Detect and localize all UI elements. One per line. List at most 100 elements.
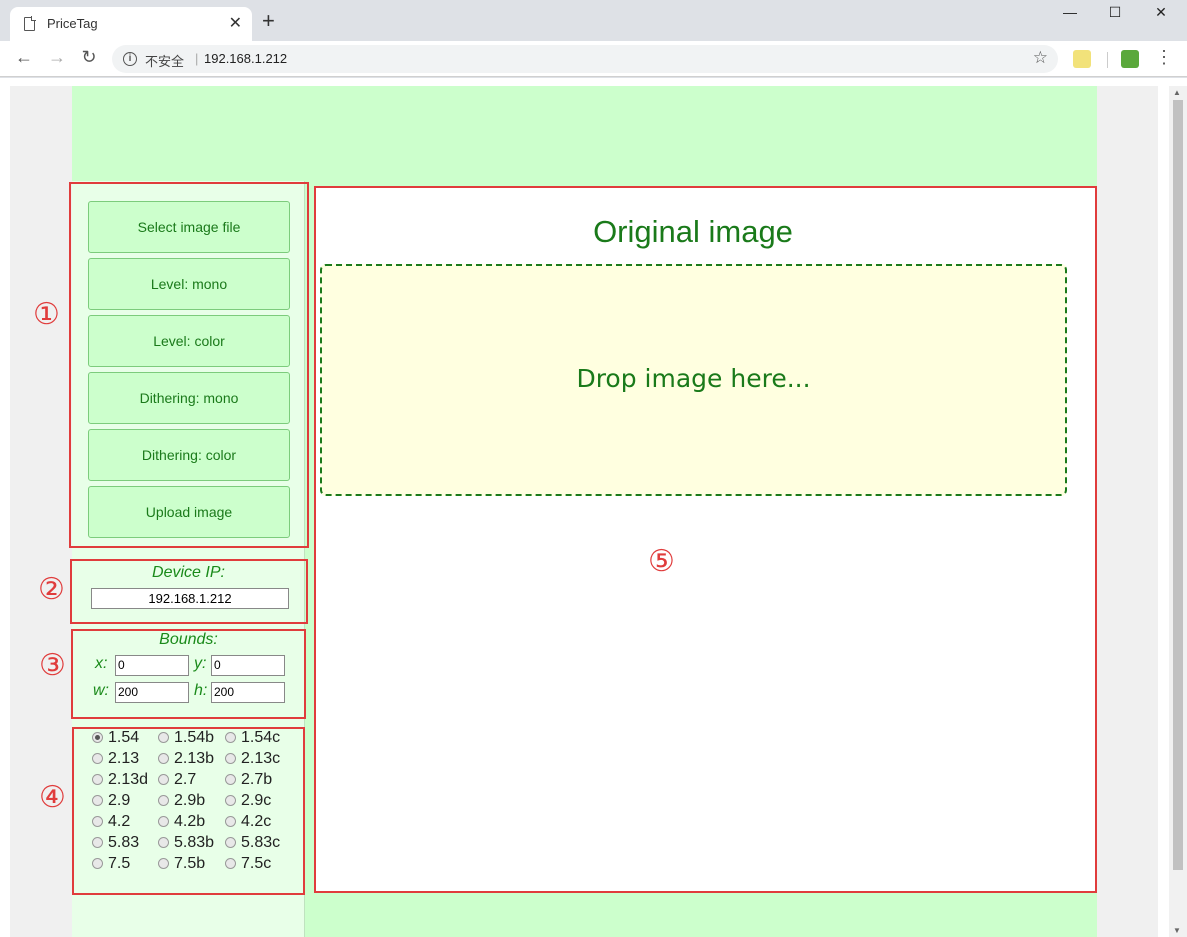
radio-label: 7.5b: [174, 855, 206, 872]
bound-w-input[interactable]: 200: [115, 682, 189, 703]
radio-button[interactable]: [158, 816, 169, 827]
url-separator: |: [195, 51, 199, 66]
bound-y-input[interactable]: 0: [211, 655, 285, 676]
radio-button[interactable]: [92, 795, 103, 806]
radio-label: 5.83c: [241, 834, 281, 851]
display-type-radio[interactable]: 4.2: [92, 813, 130, 831]
radio-button[interactable]: [92, 732, 103, 743]
radio-label: 2.13b: [174, 750, 215, 767]
info-icon[interactable]: i: [123, 52, 137, 66]
radio-button[interactable]: [225, 774, 236, 785]
extension-icon[interactable]: [1073, 50, 1091, 68]
maximize-icon[interactable]: ☐: [1100, 4, 1130, 21]
bookmark-star-icon[interactable]: ☆: [1033, 48, 1048, 68]
select-image-button[interactable]: Select image file: [88, 201, 290, 253]
radio-label: 2.9b: [174, 792, 206, 809]
radio-button[interactable]: [158, 753, 169, 764]
url-text[interactable]: 192.168.1.212: [204, 51, 287, 66]
browser-menu-icon[interactable]: ⋮: [1155, 47, 1173, 68]
annotation-marker-4: ④: [39, 780, 66, 815]
radio-button[interactable]: [158, 732, 169, 743]
radio-button[interactable]: [158, 774, 169, 785]
radio-button[interactable]: [92, 774, 103, 785]
radio-label: 2.7: [174, 771, 197, 788]
scroll-down-icon[interactable]: ▼: [1173, 926, 1181, 935]
display-type-radio[interactable]: 1.54: [92, 729, 139, 747]
scrollbar-thumb[interactable]: [1173, 100, 1183, 870]
dithering-mono-button[interactable]: Dithering: mono: [88, 372, 290, 424]
display-type-radio[interactable]: 5.83c: [225, 834, 280, 852]
display-type-radio[interactable]: 2.7: [158, 771, 196, 789]
original-image-title: Original image: [593, 214, 793, 249]
page-viewport: ① Select image file Level: mono Level: c…: [0, 78, 1187, 937]
radio-button[interactable]: [158, 858, 169, 869]
dithering-color-button[interactable]: Dithering: color: [88, 429, 290, 481]
radio-button[interactable]: [225, 732, 236, 743]
display-type-radio[interactable]: 2.7b: [225, 771, 272, 789]
annotation-marker-2: ②: [38, 572, 65, 607]
insecure-label: 不安全: [145, 54, 185, 69]
back-icon[interactable]: ←: [13, 47, 35, 68]
level-color-button[interactable]: Level: color: [88, 315, 290, 367]
radio-button[interactable]: [225, 753, 236, 764]
radio-label: 5.83: [108, 834, 140, 851]
bound-h-label: h:: [194, 682, 208, 699]
scroll-up-icon[interactable]: ▲: [1173, 88, 1181, 97]
bound-h-input[interactable]: 200: [211, 682, 285, 703]
radio-button[interactable]: [225, 816, 236, 827]
radio-button[interactable]: [225, 795, 236, 806]
display-type-radio[interactable]: 2.9c: [225, 792, 271, 810]
display-type-radio[interactable]: 2.9b: [158, 792, 205, 810]
radio-button[interactable]: [92, 858, 103, 869]
display-type-radio[interactable]: 1.54b: [158, 729, 214, 747]
radio-label: 5.83b: [174, 834, 215, 851]
display-type-radio[interactable]: 7.5: [92, 855, 130, 873]
bound-y-label: y:: [194, 655, 207, 672]
display-type-radio[interactable]: 4.2b: [158, 813, 205, 831]
radio-label: 4.2: [108, 813, 131, 830]
device-ip-input[interactable]: 192.168.1.212: [91, 588, 289, 609]
display-type-radio[interactable]: 5.83b: [158, 834, 214, 852]
radio-button[interactable]: [225, 837, 236, 848]
display-type-radio[interactable]: 2.13b: [158, 750, 214, 768]
display-type-radio[interactable]: 2.9: [92, 792, 130, 810]
display-type-radio[interactable]: 7.5b: [158, 855, 205, 873]
annotation-marker-1: ①: [33, 297, 60, 332]
extension-icon[interactable]: [1121, 50, 1139, 68]
level-mono-button[interactable]: Level: mono: [88, 258, 290, 310]
address-bar[interactable]: i 不安全 | 192.168.1.212 ☆: [112, 45, 1058, 73]
radio-button[interactable]: [92, 816, 103, 827]
radio-label: 2.13d: [108, 771, 149, 788]
radio-label: 7.5c: [241, 855, 272, 872]
page-icon: [24, 16, 36, 31]
display-type-radio[interactable]: 2.13: [92, 750, 139, 768]
radio-label: 2.7b: [241, 771, 273, 788]
display-type-radio[interactable]: 2.13d: [92, 771, 148, 789]
reload-icon[interactable]: ↻: [78, 47, 100, 68]
radio-button[interactable]: [225, 858, 236, 869]
bound-x-input[interactable]: 0: [115, 655, 189, 676]
forward-icon[interactable]: →: [46, 47, 68, 68]
vertical-scrollbar[interactable]: ▲ ▼: [1169, 86, 1187, 937]
window-close-icon[interactable]: ✕: [1146, 4, 1176, 21]
radio-label: 2.13: [108, 750, 140, 767]
minimize-icon[interactable]: —: [1055, 4, 1085, 20]
radio-button[interactable]: [158, 795, 169, 806]
radio-button[interactable]: [92, 837, 103, 848]
browser-tab[interactable]: PriceTag ✕: [10, 7, 252, 41]
bound-x-label: x:: [95, 655, 108, 672]
annotation-marker-5: ⑤: [648, 544, 675, 579]
display-type-radio[interactable]: 4.2c: [225, 813, 271, 831]
display-type-radio[interactable]: 5.83: [92, 834, 139, 852]
display-type-radio[interactable]: 1.54c: [225, 729, 280, 747]
radio-label: 1.54: [108, 729, 140, 746]
radio-button[interactable]: [158, 837, 169, 848]
tab-close-icon[interactable]: ✕: [229, 13, 242, 33]
radio-label: 7.5: [108, 855, 131, 872]
upload-image-button[interactable]: Upload image: [88, 486, 290, 538]
radio-button[interactable]: [92, 753, 103, 764]
new-tab-icon[interactable]: +: [262, 10, 275, 32]
display-type-radio[interactable]: 7.5c: [225, 855, 271, 873]
annotation-marker-3: ③: [39, 648, 66, 683]
display-type-radio[interactable]: 2.13c: [225, 750, 280, 768]
